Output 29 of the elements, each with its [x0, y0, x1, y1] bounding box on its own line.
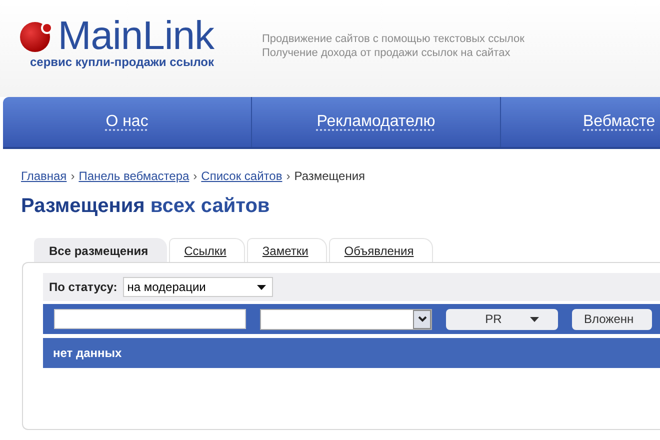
- tab[interactable]: Объявления: [329, 238, 433, 262]
- breadcrumb-separator: ›: [70, 169, 75, 183]
- status-label: По статусу:: [49, 280, 118, 294]
- nav-link[interactable]: Вебмасте: [501, 97, 660, 147]
- breadcrumb-separator: ›: [286, 169, 290, 183]
- caret-icon: [530, 316, 539, 322]
- dropdown-field[interactable]: [260, 308, 432, 330]
- filter-button[interactable]: Вложенн: [572, 308, 652, 330]
- breadcrumb-link[interactable]: Список сайтов: [201, 169, 282, 183]
- logo-tagline: сервис купли-продажи ссылок: [30, 55, 214, 69]
- nav-link[interactable]: Рекламодателю: [252, 97, 501, 147]
- breadcrumb-link[interactable]: Панель вебмастера: [78, 169, 190, 183]
- tab[interactable]: Все размещения: [34, 238, 168, 262]
- logo-text: MainLink: [58, 16, 214, 56]
- slogan-text: Продвижение сайтов с помощью текстовых ссылок: [262, 33, 524, 45]
- page-title: Размещения всех сайтов: [21, 195, 271, 218]
- nav-link[interactable]: О нас: [3, 97, 252, 147]
- breadcrumb-separator: ›: [193, 169, 198, 183]
- tab[interactable]: Ссылки: [169, 238, 246, 262]
- status-select[interactable]: на модерации: [123, 277, 274, 297]
- text-field[interactable]: [54, 309, 246, 329]
- slogan-text: Получение дохода от продажи ссылок на сайтах: [262, 47, 512, 59]
- caret-icon: [257, 284, 266, 290]
- breadcrumb-link[interactable]: Главная: [21, 169, 67, 183]
- current-page-text: Размещения: [294, 169, 366, 183]
- filter-button[interactable]: PR: [446, 308, 558, 330]
- chevron-down-icon: [418, 316, 426, 322]
- empty-message: нет данных: [53, 346, 122, 360]
- tab[interactable]: Заметки: [247, 238, 328, 262]
